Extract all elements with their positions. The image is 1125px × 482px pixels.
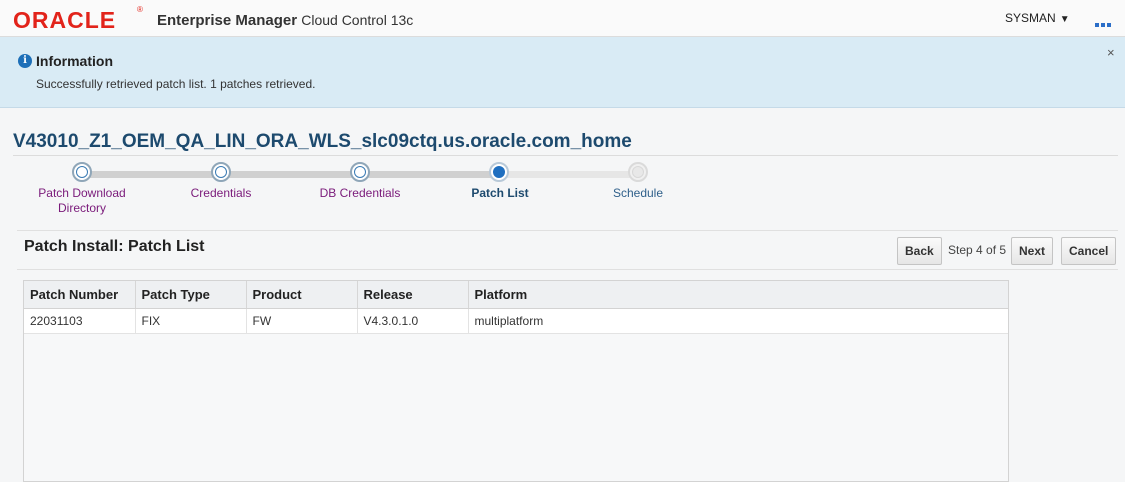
cancel-button[interactable]: Cancel [1061,237,1117,265]
divider [17,269,1118,270]
user-name: SYSMAN [1005,11,1056,25]
table-row[interactable]: 22031103 FIX FW V4.3.0.1.0 multiplatform [24,308,1008,334]
column-header-patch-type[interactable]: Patch Type [135,281,247,309]
train-stop-patch-download-directory[interactable] [72,162,92,182]
step-label-patch-download-directory[interactable]: Patch Download Directory [22,186,142,216]
step-indicator: Step 4 of 5 [948,243,1007,257]
step-label-credentials[interactable]: Credentials [161,186,281,201]
more-menu-icon[interactable] [1095,16,1115,27]
page-title: Patch Install: Patch List [24,238,205,255]
train-stop-patch-list [489,162,509,182]
app-header: ORACLE ® Enterprise Manager Cloud Contro… [0,0,1125,37]
close-icon[interactable]: × [1107,45,1115,60]
product-title: Enterprise Manager Cloud Control 13c [157,12,413,29]
column-header-platform[interactable]: Platform [468,281,1008,309]
train-stop-credentials[interactable] [211,162,231,182]
cell-patch-number: 22031103 [24,308,136,334]
divider [17,230,1118,231]
caret-down-icon: ▼ [1059,14,1070,25]
user-menu[interactable]: SYSMAN ▼ [1005,11,1070,25]
cell-platform: multiplatform [468,308,1008,334]
table-header-row: Patch Number Patch Type Product Release … [24,281,1008,309]
train-stop-db-credentials[interactable] [350,162,370,182]
info-message-box: i Information Successfully retrieved pat… [0,37,1125,108]
patch-table: Patch Number Patch Type Product Release … [24,281,1008,334]
train-track-remaining [500,171,638,178]
step-label-schedule: Schedule [612,186,664,200]
cell-release: V4.3.0.1.0 [357,308,469,334]
info-message: Successfully retrieved patch list. 1 pat… [36,77,316,91]
step-label-patch-list: Patch List [471,186,529,200]
oracle-logo[interactable]: ORACLE [13,7,116,34]
product-version: Cloud Control 13c [301,12,414,28]
train-stop-schedule [628,162,648,182]
column-header-release[interactable]: Release [357,281,469,309]
registered-mark: ® [137,5,143,14]
info-title: Information [36,53,113,69]
info-icon: i [18,54,32,68]
column-header-patch-number[interactable]: Patch Number [24,281,136,309]
next-button[interactable]: Next [1011,237,1054,265]
column-header-product[interactable]: Product [246,281,358,309]
product-name: Enterprise Manager [157,12,298,29]
cell-product: FW [246,308,358,334]
cell-patch-type: FIX [135,308,247,334]
back-button[interactable]: Back [897,237,942,265]
patch-table-container: Patch Number Patch Type Product Release … [23,280,1009,482]
target-name-heading: V43010_Z1_OEM_QA_LIN_ORA_WLS_slc09ctq.us… [13,131,632,152]
divider [13,155,1118,156]
train-track-done [82,171,500,178]
step-label-db-credentials[interactable]: DB Credentials [300,186,420,201]
